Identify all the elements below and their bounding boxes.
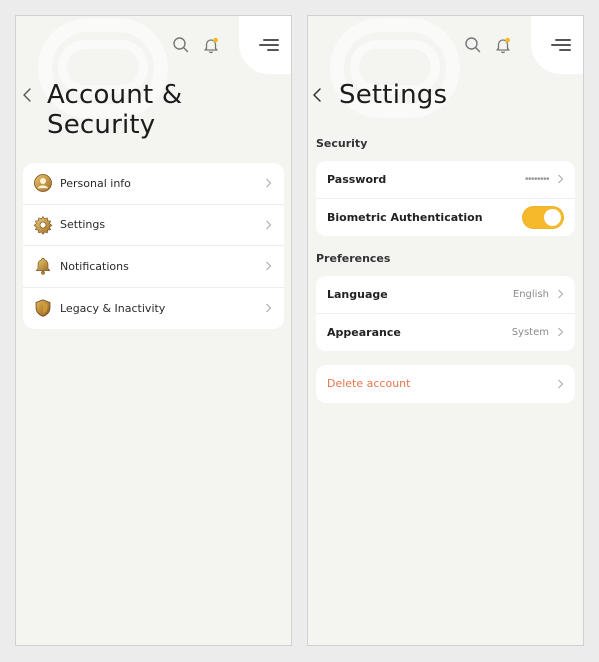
preferences-card: Language English Appearance System [316,276,575,351]
menu-icon [551,39,571,53]
toggle-knob [544,208,561,226]
notification-dot [213,37,218,43]
delete-account-row[interactable]: Delete account [316,365,575,403]
account-menu-list: Personal info Settings Notifications Leg… [23,163,284,329]
delete-account-label: Delete account [327,377,411,391]
language-row[interactable]: Language English [316,276,575,314]
menu-item-notifications[interactable]: Notifications [23,246,284,288]
settings-screen: Settings Security Password •••••••• Biom… [307,15,584,646]
biometric-row: Biometric Authentication [316,199,575,237]
page-title: Account & Security [47,80,182,140]
password-masked-value: •••••••• [524,173,550,185]
section-label-security: Security [316,137,368,150]
biometric-toggle[interactable] [522,205,564,229]
danger-zone-card: Delete account [316,365,575,403]
language-value: English [512,288,549,300]
security-settings-card: Password •••••••• Biometric Authenticati… [316,161,575,236]
menu-item-label: Settings [60,218,106,232]
chevron-right-icon [266,261,272,271]
chevron-right-icon [558,327,564,337]
user-avatar-icon [34,174,52,193]
biometric-label: Biometric Authentication [327,210,483,224]
shield-icon [35,299,51,318]
bell-icon[interactable] [202,36,220,54]
chevron-right-icon [558,174,564,184]
menu-button[interactable] [531,16,583,74]
section-label-preferences: Preferences [316,252,391,265]
gear-icon [33,215,53,235]
back-chevron-icon[interactable] [311,86,325,104]
bell-icon[interactable] [494,36,512,54]
notification-dot [505,37,510,43]
page-title: Settings [339,80,448,110]
password-label: Password [327,172,387,186]
menu-button[interactable] [239,16,291,74]
appearance-value: System [511,326,549,338]
menu-item-legacy-inactivity[interactable]: Legacy & Inactivity [23,288,284,330]
bell-icon [35,257,51,275]
account-security-screen: Account & Security Personal info Setting… [15,15,292,646]
appearance-label: Appearance [327,325,401,339]
chevron-right-icon [266,178,272,188]
chevron-right-icon [558,379,564,389]
menu-item-label: Notifications [60,259,129,273]
chevron-right-icon [266,303,272,313]
appearance-row[interactable]: Appearance System [316,314,575,352]
search-icon[interactable] [464,36,482,54]
search-icon[interactable] [172,36,190,54]
chevron-right-icon [558,289,564,299]
back-chevron-icon[interactable] [21,86,35,104]
menu-item-settings[interactable]: Settings [23,205,284,246]
password-row[interactable]: Password •••••••• [316,161,575,199]
menu-icon [259,39,279,53]
page-title-line: Account & [47,80,183,110]
chevron-right-icon [266,220,272,230]
language-label: Language [327,287,388,301]
menu-item-label: Personal info [60,176,131,190]
menu-item-personal-info[interactable]: Personal info [23,163,284,205]
page-title-line: Security [47,110,156,140]
menu-item-label: Legacy & Inactivity [60,301,166,315]
